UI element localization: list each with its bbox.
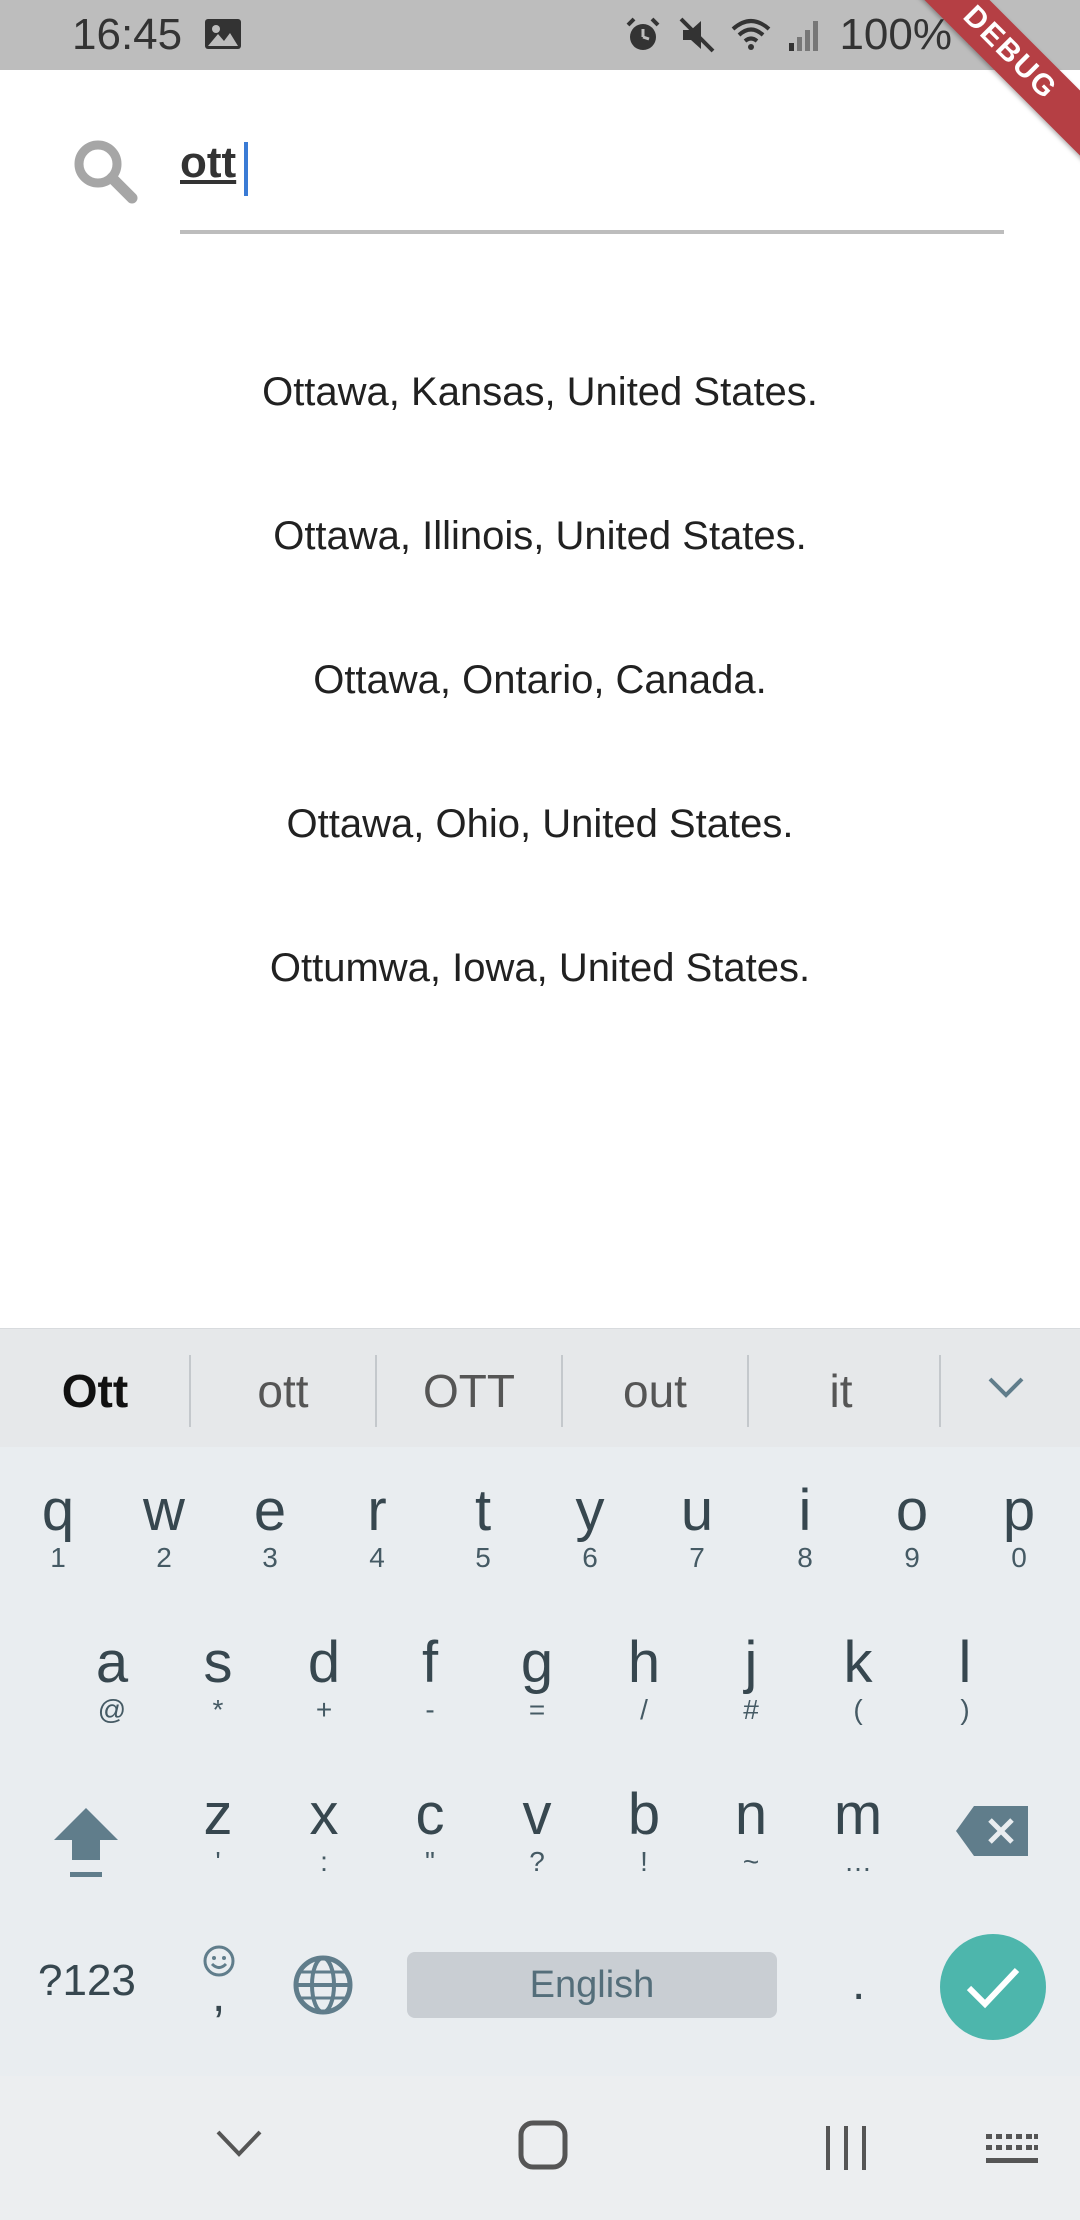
alarm-icon [627,17,660,50]
key-d[interactable]: d + [284,1632,364,1726]
key-h[interactable]: h / [604,1632,684,1726]
search-input[interactable]: ott [180,130,1004,234]
key-b[interactable]: b! [604,1784,684,1878]
key-n[interactable]: n ~ [711,1784,791,1878]
comma-key[interactable]: , [212,1968,225,2023]
key-c[interactable]: c " [390,1784,470,1878]
mute-icon [680,17,715,53]
result-item[interactable]: Ottawa, Ontario, Canada. [0,618,1080,762]
status-icons: 100% [623,10,990,60]
hide-keyboard-icon[interactable] [214,2128,264,2158]
key-z[interactable]: z ' [178,1784,258,1878]
chevron-down-icon[interactable] [984,1369,1028,1405]
key-o[interactable]: o9 [872,1480,952,1574]
globe-icon[interactable] [292,1954,354,2016]
key-r[interactable]: r4 [337,1480,417,1574]
checkmark-icon [966,1967,1020,2009]
period-key[interactable]: . [852,1956,865,2011]
key-e[interactable]: e3 [230,1480,310,1574]
suggestion-item[interactable]: Ott [0,1329,190,1447]
result-item[interactable]: Ottawa, Ohio, United States. [0,762,1080,906]
navigation-bar [0,2076,1080,2220]
key-y[interactable]: y6 [550,1480,630,1574]
keyboard-icon[interactable] [984,2132,1040,2168]
text-cursor [244,142,248,196]
key-s[interactable]: s * [178,1632,258,1726]
suggestion-item[interactable]: out [562,1329,748,1447]
suggestion-item[interactable]: OTT [376,1329,562,1447]
result-item[interactable]: Ottawa, Illinois, United States. [0,474,1080,618]
gallery-icon [205,19,241,49]
suggestion-item[interactable]: ott [190,1329,376,1447]
key-k[interactable]: k( [818,1632,898,1726]
key-q[interactable]: q1 [18,1480,98,1574]
results-list: Ottawa, Kansas, United States. Ottawa, I… [0,330,1080,1050]
key-v[interactable]: v? [497,1784,577,1878]
status-time: 16:45 [72,10,183,59]
key-x[interactable]: x: [284,1784,364,1878]
suggestion-item[interactable]: it [748,1329,934,1447]
key-w[interactable]: w2 [124,1480,204,1574]
suggestion-divider [939,1355,941,1427]
wifi-icon [732,19,771,50]
key-i[interactable]: i8 [765,1480,845,1574]
home-icon[interactable] [518,2120,568,2170]
key-f[interactable]: f- [390,1632,470,1726]
search-input-value: ott [180,138,237,187]
key-a[interactable]: a @ [72,1632,152,1726]
signal-icon [789,21,819,51]
battery-percent: 100% [839,10,952,59]
result-item[interactable]: Ottawa, Kansas, United States. [0,330,1080,474]
key-p[interactable]: p0 [979,1480,1059,1574]
backspace-icon[interactable] [954,1804,1030,1858]
done-button[interactable] [940,1934,1046,2040]
status-bar: 16:45 100% [0,0,1080,70]
suggestion-strip: Ott ott OTT out it [0,1328,1080,1447]
key-t[interactable]: t5 [443,1480,523,1574]
key-g[interactable]: g = [497,1632,577,1726]
recent-apps-icon[interactable] [822,2124,870,2172]
search-icon [74,140,138,204]
key-m[interactable]: m… [818,1784,898,1878]
key-l[interactable]: l) [925,1632,1005,1726]
soft-keyboard: Ott ott OTT out it q1 w2 e3 r4 t5 y6 u7 … [0,1328,1080,2076]
result-item[interactable]: Ottumwa, Iowa, United States. [0,906,1080,1050]
shift-icon[interactable] [46,1802,126,1882]
symbols-key[interactable]: ?123 [38,1956,136,2006]
space-key[interactable]: English [407,1952,777,2018]
key-u[interactable]: u7 [657,1480,737,1574]
key-j[interactable]: j # [711,1632,791,1726]
